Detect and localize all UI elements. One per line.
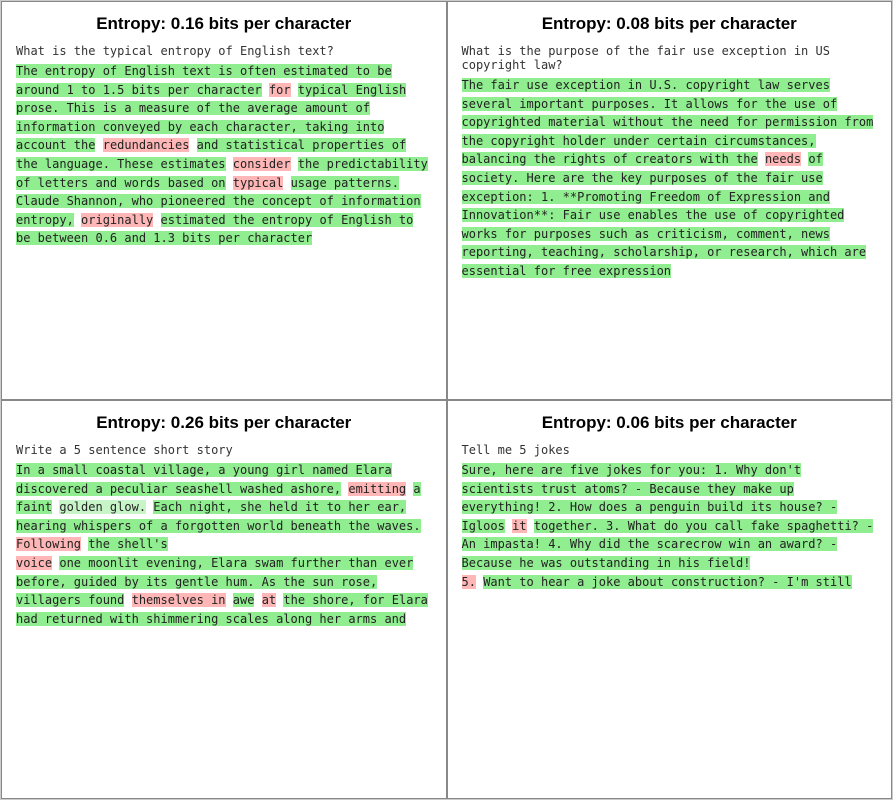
quadrant-1-title: Entropy: 0.16 bits per character — [16, 14, 432, 34]
quadrant-4-response: Sure, here are five jokes for you: 1. Wh… — [462, 461, 878, 591]
quadrant-2-response: The fair use exception in U.S. copyright… — [462, 76, 878, 281]
quadrant-4: Entropy: 0.06 bits per character Tell me… — [447, 400, 893, 799]
quadrant-3-prompt: Write a 5 sentence short story — [16, 443, 432, 457]
quadrant-2-prompt: What is the purpose of the fair use exce… — [462, 44, 878, 72]
quadrant-1-response: The entropy of English text is often est… — [16, 62, 432, 248]
quadrant-2-title: Entropy: 0.08 bits per character — [462, 14, 878, 34]
quadrant-3-response: In a small coastal village, a young girl… — [16, 461, 432, 628]
quadrant-3: Entropy: 0.26 bits per character Write a… — [1, 400, 447, 799]
quadrant-1-prompt: What is the typical entropy of English t… — [16, 44, 432, 58]
quadrant-4-title: Entropy: 0.06 bits per character — [462, 413, 878, 433]
quadrant-2: Entropy: 0.08 bits per character What is… — [447, 1, 893, 400]
quadrant-3-title: Entropy: 0.26 bits per character — [16, 413, 432, 433]
quadrant-4-prompt: Tell me 5 jokes — [462, 443, 878, 457]
quadrant-1: Entropy: 0.16 bits per character What is… — [1, 1, 447, 400]
